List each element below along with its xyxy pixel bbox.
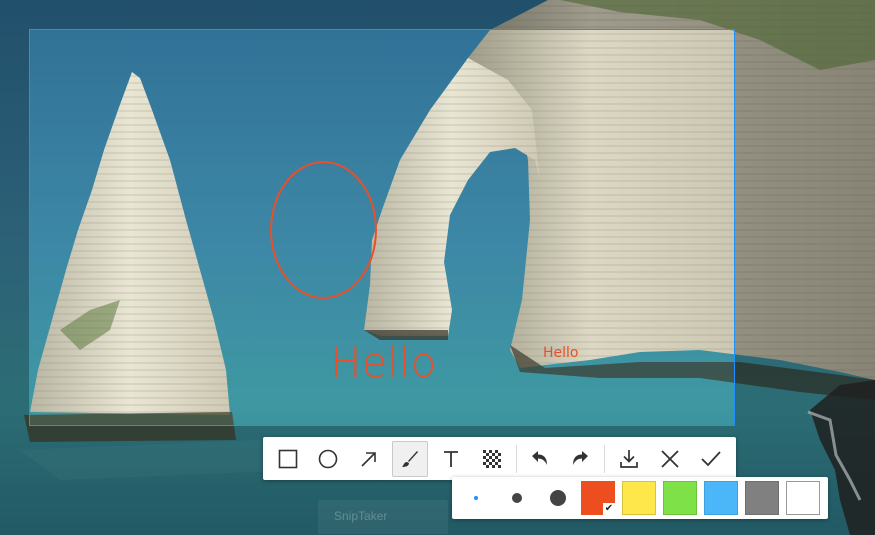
brush-tool[interactable] — [392, 441, 428, 477]
color-swatch-yellow[interactable] — [622, 481, 656, 515]
annotation-toolbar — [263, 437, 736, 480]
color-swatch-green[interactable] — [663, 481, 697, 515]
close-icon — [661, 450, 679, 468]
undo-button[interactable] — [522, 441, 558, 477]
color-swatch-blue[interactable] — [704, 481, 738, 515]
ellipse-annotation[interactable] — [270, 161, 377, 299]
cancel-button[interactable] — [652, 441, 688, 477]
brush-icon — [402, 451, 418, 467]
confirm-button[interactable] — [693, 441, 729, 477]
text-icon — [444, 451, 458, 467]
toolbar-separator — [604, 445, 605, 473]
arrow-tool[interactable] — [351, 441, 387, 477]
color-swatch-orange-red[interactable]: ✔ — [581, 481, 615, 515]
square-icon — [278, 449, 298, 469]
mosaic-tool[interactable] — [474, 441, 510, 477]
text-annotation-large[interactable]: Hello — [330, 337, 436, 389]
undo-icon — [532, 451, 547, 465]
circle-icon — [318, 449, 338, 469]
stroke-size-medium[interactable] — [512, 493, 522, 503]
app-watermark: SnipTaker — [318, 500, 448, 534]
color-swatch-white[interactable] — [786, 481, 820, 515]
arrow-up-right-icon — [361, 452, 376, 467]
dim-overlay-top — [0, 0, 875, 29]
dim-overlay-left — [0, 29, 29, 426]
stroke-size-small[interactable] — [474, 496, 478, 500]
stroke-size-large[interactable] — [550, 490, 566, 506]
dim-overlay-right — [735, 29, 875, 426]
check-icon — [701, 451, 721, 467]
watermark-text: SnipTaker — [334, 509, 388, 523]
save-button[interactable] — [611, 441, 647, 477]
ellipse-tool[interactable] — [310, 441, 346, 477]
redo-icon — [573, 451, 588, 465]
text-annotation-small[interactable]: Hello — [543, 344, 579, 362]
toolbar-separator — [516, 445, 517, 473]
text-tool[interactable] — [433, 441, 469, 477]
selected-check-icon: ✔ — [603, 503, 615, 515]
rectangle-tool[interactable] — [270, 441, 306, 477]
mosaic-icon — [483, 450, 501, 468]
color-swatch-gray[interactable] — [745, 481, 779, 515]
redo-button[interactable] — [562, 441, 598, 477]
download-icon — [620, 450, 638, 468]
brush-options-bar: ✔ — [452, 477, 828, 519]
